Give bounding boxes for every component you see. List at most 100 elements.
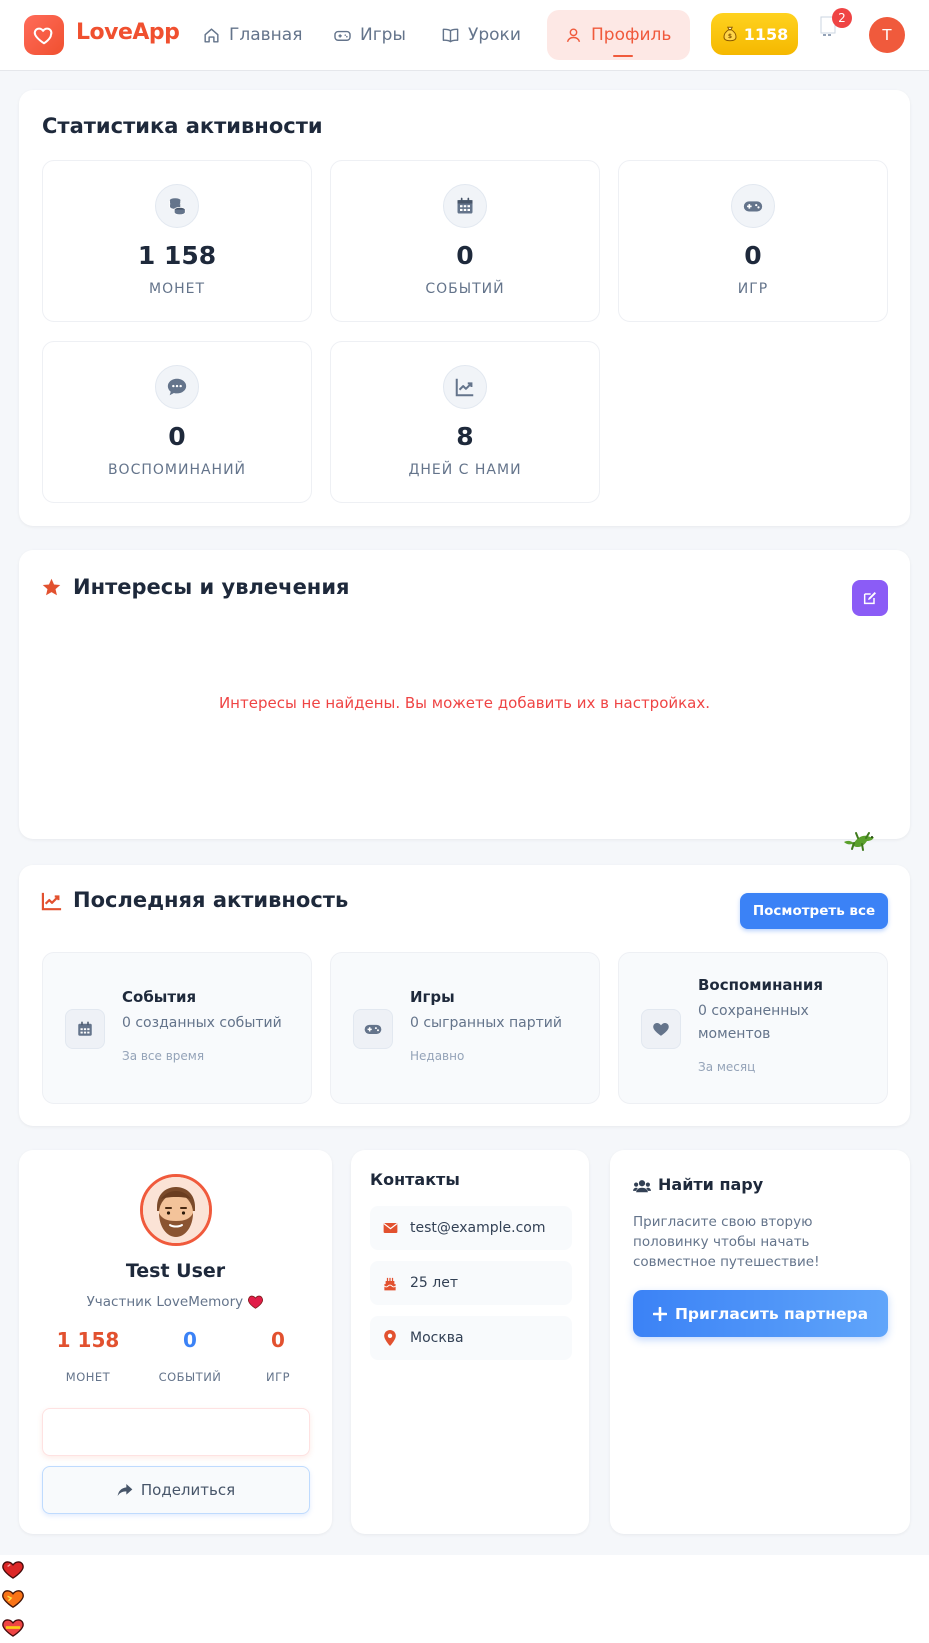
gamepad-icon xyxy=(353,1009,393,1049)
profile-coins-value: 1 158 xyxy=(56,1328,120,1352)
invite-partner-label: Пригласить партнера xyxy=(674,1304,869,1323)
activity-games-meta: Недавно xyxy=(410,1049,465,1063)
coins-balance[interactable]: $ 1158 xyxy=(711,13,798,55)
user-avatar[interactable]: T xyxy=(869,17,905,53)
profile-empty-panel xyxy=(42,1408,310,1456)
nav-profile[interactable]: Профиль xyxy=(547,10,690,60)
stat-events-value: 0 xyxy=(456,241,474,270)
stat-coins-value: 1 158 xyxy=(137,241,217,270)
view-all-button[interactable]: Посмотреть все xyxy=(740,893,888,929)
bearded-man-avatar-icon xyxy=(143,1177,209,1243)
home-icon xyxy=(204,27,219,43)
nav-lessons-label: Уроки xyxy=(468,25,521,45)
activity-tile-games[interactable]: Игры 0 сыгранных партий Недавно xyxy=(330,952,600,1104)
activity-events-meta: За все время xyxy=(122,1049,205,1063)
stat-memories-label: ВОСПОМИНАНИЙ xyxy=(107,462,247,478)
contact-email[interactable]: test@example.com xyxy=(370,1206,572,1250)
profile-avatar[interactable] xyxy=(140,1174,212,1246)
floating-heart-icon xyxy=(2,1619,24,1637)
activity-games-title: Игры xyxy=(410,988,455,1006)
nav-lessons[interactable]: Уроки xyxy=(424,10,538,60)
chart-line-icon xyxy=(443,365,487,409)
star-icon xyxy=(42,578,61,596)
nav-games[interactable]: Игры xyxy=(316,10,423,60)
interests-empty-message: Интересы не найдены. Вы можете добавить … xyxy=(218,694,711,712)
profile-role: Участник LoveMemory xyxy=(19,1294,332,1310)
activity-tile-memories[interactable]: Воспоминания 0 сохраненных моментов За м… xyxy=(618,952,888,1104)
edit-interests-button[interactable] xyxy=(852,580,888,616)
contact-city-value: Москва xyxy=(410,1330,464,1346)
stat-days-value: 8 xyxy=(456,422,474,451)
top-navbar: LoveApp Главная Игры Уроки Профиль $ 115… xyxy=(0,0,929,71)
find-partner-card xyxy=(610,1150,910,1534)
stat-games-value: 0 xyxy=(744,241,762,270)
nav-games-label: Игры xyxy=(360,25,406,45)
gamepad-icon xyxy=(731,184,775,228)
svg-text:$: $ xyxy=(728,33,732,40)
stat-events-label: СОБЫТИЙ xyxy=(425,281,505,297)
contact-age: 25 лет xyxy=(370,1261,572,1305)
stat-tile-coins: 1 158 МОНЕТ xyxy=(42,160,312,322)
nav-home-label: Главная xyxy=(229,25,303,45)
stat-tile-events: 0 СОБЫТИЙ xyxy=(330,160,600,322)
profile-role-text: Участник LoveMemory xyxy=(86,1294,244,1310)
user-icon xyxy=(566,27,581,42)
stats-title: Статистика активности xyxy=(42,114,323,138)
profile-coins-label: МОНЕТ xyxy=(65,1370,111,1384)
contact-age-value: 25 лет xyxy=(410,1275,458,1291)
coins-icon xyxy=(155,184,199,228)
edit-icon xyxy=(863,592,876,605)
profile-games-label: ИГР xyxy=(265,1370,291,1384)
find-partner-title: Найти пару xyxy=(658,1175,764,1194)
activity-games-desc: 0 сыгранных партий xyxy=(410,1015,562,1031)
money-bag-icon: $ xyxy=(723,26,737,42)
activity-memories-title: Воспоминания xyxy=(698,976,824,994)
profile-name: Test User xyxy=(125,1260,226,1282)
floating-heart-icon xyxy=(2,1561,24,1579)
stat-tile-memories: 0 ВОСПОМИНАНИЙ xyxy=(42,341,312,503)
share-icon xyxy=(117,1484,133,1496)
stat-coins-label: МОНЕТ xyxy=(148,281,206,297)
activity-events-desc: 0 созданных событий xyxy=(122,1015,282,1031)
plus-icon xyxy=(652,1306,667,1321)
coins-value: 1158 xyxy=(743,24,789,44)
contacts-title: Контакты xyxy=(370,1170,460,1189)
map-pin-icon xyxy=(370,1330,410,1346)
activity-memories-desc: 0 сохраненных моментов xyxy=(698,1003,809,1042)
chat-icon xyxy=(155,365,199,409)
calendar-icon xyxy=(443,184,487,228)
share-button[interactable]: Поделиться xyxy=(42,1466,310,1514)
users-icon xyxy=(633,1180,651,1193)
floating-heart-icon xyxy=(2,1590,24,1608)
stat-memories-value: 0 xyxy=(168,422,186,451)
app-name[interactable]: LoveApp xyxy=(76,20,180,45)
lizard-icon xyxy=(844,832,874,851)
contact-email-value: test@example.com xyxy=(410,1220,546,1236)
heart-icon xyxy=(248,1295,264,1309)
envelope-icon xyxy=(370,1222,410,1234)
heart-icon xyxy=(641,1009,681,1049)
chart-line-icon xyxy=(41,892,62,911)
contact-city: Москва xyxy=(370,1316,572,1360)
find-partner-text: Пригласите свою вторую половинку чтобы н… xyxy=(633,1214,820,1270)
activity-memories-meta: За месяц xyxy=(698,1060,756,1074)
gamepad-icon xyxy=(334,30,351,41)
stat-tile-days: 8 ДНЕЙ С НАМИ xyxy=(330,341,600,503)
stat-tile-games: 0 ИГР xyxy=(618,160,888,322)
interests-title: Интересы и увлечения xyxy=(73,575,350,599)
share-button-label: Поделиться xyxy=(140,1481,236,1499)
stat-days-label: ДНЕЙ С НАМИ xyxy=(408,462,522,478)
profile-events-label: СОБЫТИЙ xyxy=(158,1370,222,1384)
invite-partner-button[interactable]: Пригласить партнера xyxy=(633,1290,888,1337)
logo-heart-icon[interactable] xyxy=(24,15,64,55)
profile-games-value: 0 xyxy=(271,1328,285,1352)
nav-profile-label: Профиль xyxy=(591,25,672,45)
activity-tile-events[interactable]: События 0 созданных событий За все время xyxy=(42,952,312,1104)
activity-events-title: События xyxy=(122,988,197,1006)
stat-games-label: ИГР xyxy=(737,281,769,297)
calendar-icon xyxy=(65,1009,105,1049)
nav-home[interactable]: Главная xyxy=(185,10,319,60)
recent-activity-title: Последняя активность xyxy=(73,888,349,912)
book-icon xyxy=(442,28,459,42)
notification-count-badge: 2 xyxy=(832,8,852,28)
